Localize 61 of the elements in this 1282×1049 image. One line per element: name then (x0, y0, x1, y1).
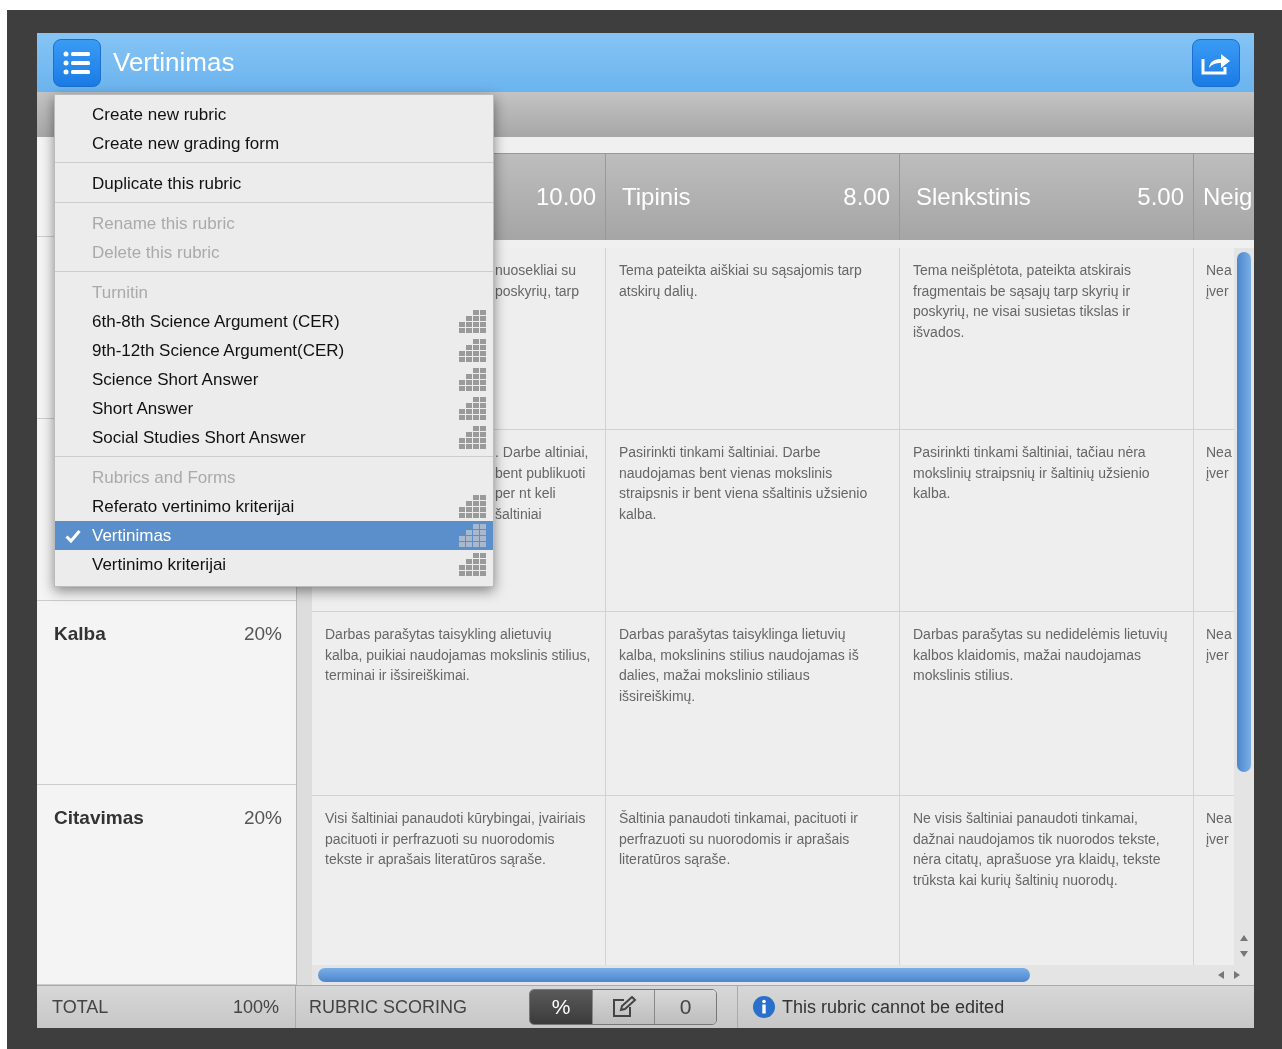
pencil-icon (610, 996, 637, 1018)
level-points: 8.00 (843, 183, 890, 211)
table-cell-text: Tema neišplėtota, pateikta atskirais fragmentais be sąsajų tarp skyrių ir poskyrių, ne visai susietas tikslas ir išvados. (913, 261, 1132, 342)
menu-item[interactable]: 6th-8th Science Argument (CER) (55, 307, 493, 336)
level-name: Neig (1203, 183, 1253, 211)
menu-item[interactable]: Vertinimo kriterijai (55, 550, 493, 579)
total-label: TOTAL (52, 996, 109, 1018)
edit-button[interactable] (592, 990, 654, 1024)
grid-icon (459, 397, 486, 420)
criterion-weight: 20% (243, 623, 282, 645)
window-title: Vertinimas (113, 47, 235, 78)
scoring-mode-button[interactable]: 0 (654, 990, 716, 1024)
grid-icon (459, 310, 486, 333)
scoring-mode-button[interactable]: % (530, 990, 592, 1024)
level-points: 10.00 (535, 183, 596, 211)
vertical-scrollbar[interactable] (1234, 248, 1254, 965)
menu-item[interactable]: Duplicate this rubric (55, 169, 493, 198)
grid-icon (459, 339, 486, 362)
menu-item[interactable]: Social Studies Short Answer (55, 423, 493, 452)
table-cell-text: Tema pateikta aiškiai su sąsajomis tarp atskirų dalių. (619, 261, 863, 301)
level-name: Tipinis (622, 183, 691, 211)
table-cell-text: Šaltinia panaudoti tinkamai, pacituoti ir perfrazuoti su nuorodomis ir aprašais literatūros sąraše. (619, 809, 859, 869)
criterion-name: Kalba (54, 623, 106, 645)
menu-item[interactable]: 9th-12th Science Argument(CER) (55, 336, 493, 365)
table-cell-text: Nea įver (1206, 443, 1233, 483)
table-cell-text: Darbas parašytas taisyklinga lietuvių kalba, mokslinins stilius naudojamas iš dalies, mažai mokslinio stiliaus išsireiškimų. (619, 625, 860, 706)
menu-item[interactable]: Science Short Answer (55, 365, 493, 394)
table-cell-text: nuosekliai su poskyrių, tarp (495, 261, 581, 301)
grid-icon (459, 553, 486, 576)
grid-icon (459, 426, 486, 449)
level-points: 5.00 (1137, 183, 1184, 211)
notice-text: This rubric cannot be edited (782, 996, 1005, 1018)
table-cell-text: Ne visis šaltiniai panaudoti tinkamai, dažnai naudojamos tik nuorodos tekste, nėra citatų, aprašuose yra klaidų, tekste trūksta kai kurių šaltinių nuorodų. (913, 809, 1162, 890)
total-value: 100% (232, 996, 279, 1018)
scoring-label: RUBRIC SCORING (309, 996, 467, 1018)
share-button[interactable] (1192, 38, 1240, 87)
menu-item[interactable]: Short Answer (55, 394, 493, 423)
menu-icon (62, 49, 92, 76)
info-icon (752, 995, 776, 1019)
menu-item[interactable]: Referato vertinimo kriterijai (55, 492, 493, 521)
menu-heading: Rubrics and Forms (91, 467, 237, 489)
check-icon (65, 529, 81, 543)
menu-heading: Turnitin (91, 282, 150, 304)
menu-item[interactable]: Create new grading form (55, 129, 493, 158)
horizontal-scrollbar[interactable] (312, 965, 1254, 985)
criterion-weight: 20% (243, 807, 282, 829)
level-name: Slenkstinis (916, 183, 1031, 211)
table-cell-text: Darbas parašytas su nedidelėmis lietuvių kalbos klaidomis, mažai naudojamas mokslinis stilius. (913, 625, 1169, 685)
table-cell-text: Nea įver (1206, 261, 1233, 301)
table-cell-text: Darbas parašytas taisykling alietuvių kalba, puikiai naudojamas mokslinis stilius, terminai ir išsireiškimai. (325, 625, 591, 685)
menu-button[interactable] (53, 38, 101, 87)
grid-icon (459, 368, 486, 391)
grid-icon (459, 495, 486, 518)
table-cell-text: Pasirinkti tinkami šaltiniai. Darbe naudojamas bent vienas mokslinis straipsnis ir bent viena sšaltinis užsienio kalba. (619, 443, 869, 524)
grid-icon (459, 524, 486, 547)
criterion-name: Citavimas (54, 807, 144, 829)
table-cell-text: Nea įver (1206, 625, 1233, 665)
table-cell-text: Pasirinkti tinkami šaltiniai, tačiau nėra mokslinių straipsnių ir šaltinių užsienio kalba. (913, 443, 1151, 503)
table-cell-text: Visi šaltiniai panaudoti kūrybingai, įvairiais pacituoti ir perfrazuoti su nuorodomis tekste ir aprašais literatūros sąraše. (325, 809, 587, 869)
table-cell-text: . Darbe altiniai, bent publikuoti per nt keli šaltiniai (495, 443, 590, 524)
table-cell-text: Nea įver (1206, 809, 1233, 849)
